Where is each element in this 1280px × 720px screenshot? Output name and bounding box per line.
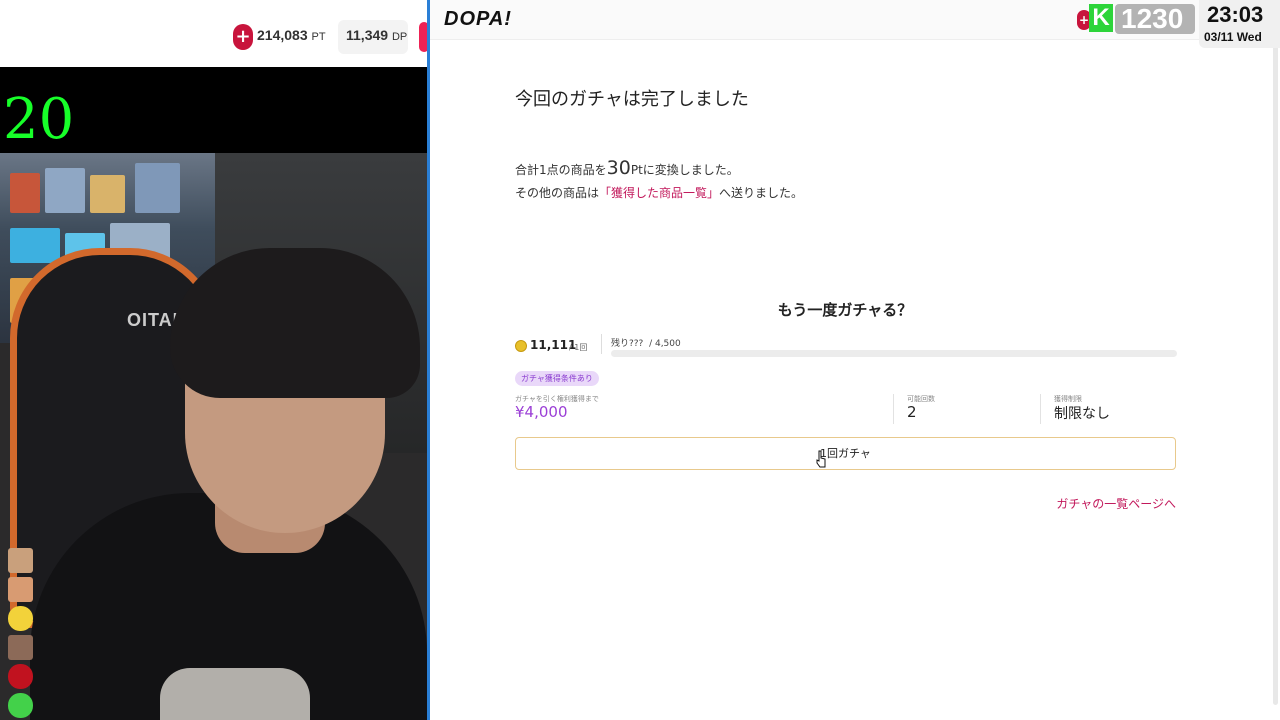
avatar xyxy=(8,548,33,573)
stream-panel: + 214,083 PT 11,349 DP 20 OITAMO xyxy=(0,0,427,720)
sent-message: その他の商品は「獲得した商品一覧」へ送りました。 xyxy=(515,186,804,200)
divider xyxy=(601,334,602,354)
webcam-feed: OITAMO xyxy=(0,153,427,720)
remaining-count: 残り??? / 4,500 xyxy=(611,339,681,349)
gacha-list-link[interactable]: ガチャの一覧ページへ xyxy=(430,495,1176,512)
plus-icon-partial xyxy=(419,22,427,52)
hand-cursor-icon xyxy=(816,450,826,468)
overlay-score: 1230 xyxy=(1115,4,1195,34)
pt-balance: 214,083 PT xyxy=(257,27,326,43)
stream-counter: 20 xyxy=(3,87,75,152)
person-hair xyxy=(170,248,420,398)
scrollbar[interactable] xyxy=(1273,45,1278,705)
clock-date: 03/11 Wed xyxy=(1204,30,1262,44)
divider xyxy=(1040,394,1041,424)
dopa-site: DOPA! 今回のガチャは完了しました 合計1点の商品を30Ptに変換しました。… xyxy=(430,0,1280,720)
shirt-print xyxy=(160,668,310,720)
possible-times-value: 2 xyxy=(907,403,917,421)
k-badge-icon: K xyxy=(1089,4,1113,32)
remaining-progress-bar xyxy=(611,350,1177,357)
plus-icon: + xyxy=(233,24,253,50)
coin-icon xyxy=(515,340,527,352)
converted-points: 30 xyxy=(606,157,631,179)
completed-title: 今回のガチャは完了しました xyxy=(515,89,749,110)
points-bar: + 214,083 PT 11,349 DP xyxy=(0,0,427,67)
viewer-avatars xyxy=(8,548,34,720)
single-gacha-button[interactable]: 1回ガチャ xyxy=(515,437,1176,470)
condition-badge: ガチャ獲得条件あり xyxy=(515,371,599,386)
dp-balance: 11,349 DP xyxy=(346,27,408,43)
avatar xyxy=(8,664,33,689)
price-unit: / 1回 xyxy=(569,343,588,352)
avatar xyxy=(8,577,33,602)
avatar xyxy=(8,606,33,631)
avatar xyxy=(8,693,33,718)
retry-title: もう一度ガチャる？ xyxy=(777,301,913,319)
dopa-logo[interactable]: DOPA! xyxy=(444,8,512,31)
right-to-draw-amount: ¥4,000 xyxy=(515,403,568,421)
acquired-items-link[interactable]: 「獲得した商品一覧」 xyxy=(599,186,719,200)
conversion-message: 合計1点の商品を30Ptに変換しました。 xyxy=(515,157,739,179)
clock-time: 23:03 xyxy=(1207,2,1264,27)
stream-overlay: + K 1230 23:03 03/11 Wed xyxy=(1075,0,1280,48)
avatar xyxy=(8,635,33,660)
divider xyxy=(893,394,894,424)
acquisition-limit-value: 制限なし xyxy=(1054,406,1110,422)
